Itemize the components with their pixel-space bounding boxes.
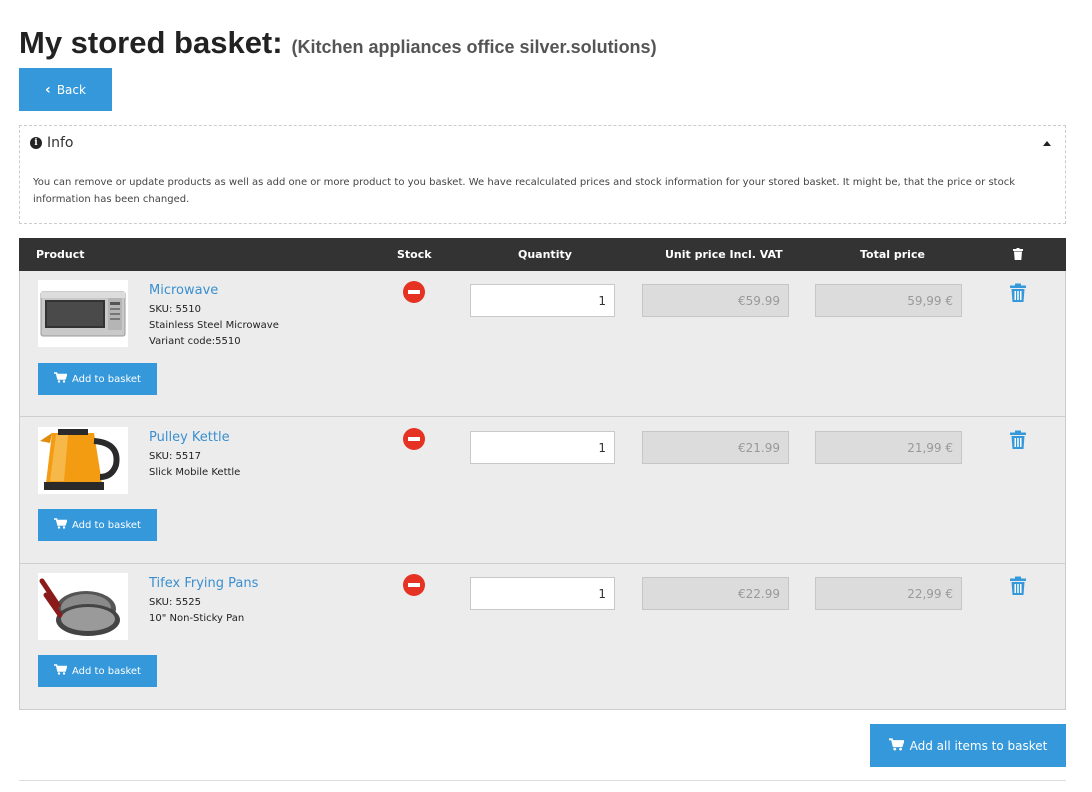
add-all-items-button[interactable]: Add all items to basket	[870, 724, 1066, 767]
kettle-image	[38, 427, 128, 494]
table-row: Pulley Kettle SKU: 5517 Slick Mobile Ket…	[20, 418, 1065, 564]
add-all-items-label: Add all items to basket	[909, 738, 1048, 753]
remove-item-trash-icon[interactable]	[1009, 283, 1027, 303]
product-name[interactable]: Tifex Frying Pans	[149, 576, 258, 591]
info-panel: i Info You can remove or update products…	[19, 125, 1066, 224]
unit-price-field: €22.99	[642, 577, 789, 610]
unit-price-field: €21.99	[642, 431, 789, 464]
chevron-left-icon: ‹	[45, 81, 51, 98]
info-heading: Info	[47, 135, 74, 151]
back-button-label: Back	[56, 82, 86, 97]
header-quantity: Quantity	[518, 248, 572, 261]
page-title-subtitle: (Kitchen appliances office silver.soluti…	[291, 37, 657, 57]
cart-plus-icon	[54, 664, 68, 678]
trash-icon	[1013, 248, 1023, 263]
remove-item-trash-icon[interactable]	[1009, 430, 1027, 450]
quantity-input[interactable]	[470, 431, 615, 464]
product-sku: SKU: 5510	[149, 304, 201, 315]
info-panel-toggle[interactable]: i Info	[30, 135, 74, 151]
table-row: Microwave SKU: 5510 Stainless Steel Micr…	[20, 271, 1065, 417]
table-row: Tifex Frying Pans SKU: 5525 10" Non-Stic…	[20, 564, 1065, 710]
total-price-field: 22,99 €	[815, 577, 962, 610]
divider	[19, 780, 1066, 781]
remove-item-trash-icon[interactable]	[1009, 576, 1027, 596]
product-description: 10" Non-Sticky Pan	[149, 613, 245, 624]
product-details: SKU: 5510 Stainless Steel Microwave Vari…	[149, 302, 279, 350]
quantity-input[interactable]	[470, 577, 615, 610]
back-button[interactable]: ‹ Back	[19, 68, 112, 111]
total-price-field: 21,99 €	[815, 431, 962, 464]
add-to-basket-button[interactable]: Add to basket	[38, 509, 157, 541]
info-text: You can remove or update products as wel…	[33, 177, 1016, 205]
page-title: My stored basket: (Kitchen appliances of…	[19, 24, 657, 61]
header-stock: Stock	[397, 248, 432, 261]
add-to-basket-button[interactable]: Add to basket	[38, 363, 157, 395]
out-of-stock-icon	[403, 574, 425, 596]
add-to-basket-label: Add to basket	[72, 665, 141, 677]
frying-pans-image	[38, 573, 128, 640]
unit-price-field: €59.99	[642, 284, 789, 317]
product-sku: SKU: 5517	[149, 451, 201, 462]
product-details: SKU: 5525 10" Non-Sticky Pan	[149, 595, 244, 627]
product-variant: Variant code:5510	[149, 336, 241, 347]
add-to-basket-label: Add to basket	[72, 519, 141, 531]
header-product: Product	[36, 248, 85, 261]
caret-up-icon[interactable]	[1043, 141, 1051, 146]
total-price-field: 59,99 €	[815, 284, 962, 317]
cart-plus-icon	[54, 372, 68, 386]
page-title-main: My stored basket:	[19, 25, 283, 60]
out-of-stock-icon	[403, 428, 425, 450]
header-total-price: Total price	[860, 248, 925, 261]
product-description: Stainless Steel Microwave	[149, 320, 279, 331]
cart-plus-icon	[888, 737, 905, 754]
add-to-basket-label: Add to basket	[72, 373, 141, 385]
product-details: SKU: 5517 Slick Mobile Kettle	[149, 449, 240, 481]
quantity-input[interactable]	[470, 284, 615, 317]
header-unit-price: Unit price Incl. VAT	[665, 248, 783, 261]
product-description: Slick Mobile Kettle	[149, 467, 241, 478]
microwave-image	[38, 280, 128, 347]
table-header: Product Stock Quantity Unit price Incl. …	[19, 238, 1066, 271]
cart-plus-icon	[54, 518, 68, 532]
add-to-basket-button[interactable]: Add to basket	[38, 655, 157, 687]
info-icon: i	[30, 137, 42, 149]
out-of-stock-icon	[403, 281, 425, 303]
product-name[interactable]: Microwave	[149, 283, 218, 298]
product-name[interactable]: Pulley Kettle	[149, 430, 230, 445]
basket-table: Product Stock Quantity Unit price Incl. …	[19, 238, 1066, 710]
product-sku: SKU: 5525	[149, 597, 201, 608]
